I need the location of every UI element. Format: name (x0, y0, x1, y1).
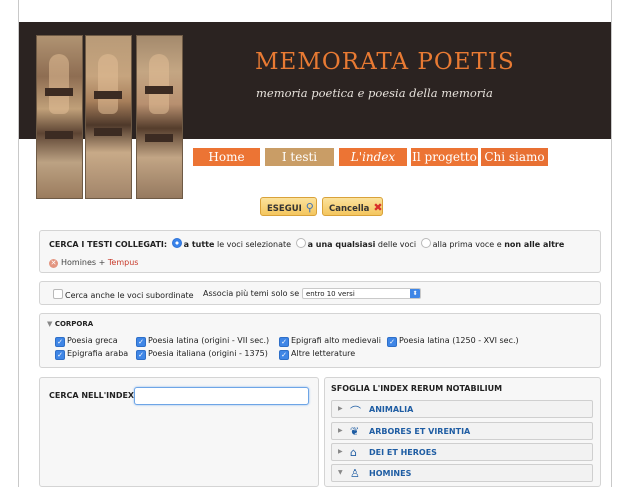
nav-il-progetto[interactable]: Il progetto (411, 148, 478, 166)
link-mode-heading: CERCA I TESTI COLLEGATI: (49, 240, 168, 249)
corpus-item[interactable]: ✓ Epigrafi alto medievali (279, 336, 381, 347)
subordinate-checkbox[interactable] (53, 289, 63, 299)
index-search-label: CERCA NELL'INDEX (49, 391, 135, 400)
link-mode-row: CERCA I TESTI COLLEGATI: a tutte le voci… (49, 238, 564, 249)
category-animalia[interactable]: ▶ ⌒ ANIMALIA (331, 400, 593, 418)
category-dei-heroes[interactable]: ▶ ⌂ DEI ET HEROES (331, 443, 593, 461)
plant-icon: ❦ (350, 425, 360, 438)
browse-heading: SFOGLIA L'INDEX RERUM NOTABILIUM (331, 384, 503, 393)
triangle-right-icon: ▶ (338, 405, 343, 412)
search-icon: ⚲ (305, 201, 314, 214)
corpus-item[interactable]: ✓ Poesia latina (origini - VII sec.) (136, 336, 269, 347)
tag-homines[interactable]: Homines (61, 258, 96, 267)
corpus-label: Epigrafi alto medievali (291, 336, 381, 345)
corpus-label: Poesia italiana (origini - 1375) (148, 349, 268, 358)
corpus-item[interactable]: ✓ Epigrafia araba (55, 349, 128, 360)
radio-a-tutte-label: a tutte (183, 240, 215, 249)
nav-index[interactable]: L'index (339, 148, 407, 166)
tag-tempus[interactable]: Tempus (108, 258, 139, 267)
subordinate-option[interactable]: Cerca anche le voci subordinate (53, 289, 194, 300)
triangle-right-icon: ▶ (338, 448, 343, 455)
corpus-label: Poesia latina (origini - VII sec.) (148, 336, 270, 345)
mosaic-image-2 (85, 35, 132, 199)
cancella-label: Cancella (329, 204, 370, 214)
radio-una-qualsiasi-label: a una qualsiasi (307, 240, 376, 249)
distance-select-value: entro 10 versi (306, 290, 355, 298)
corpus-label: Poesia greca (67, 336, 118, 345)
distance-select[interactable]: entro 10 versi ⬍ (302, 288, 421, 299)
corpus-item[interactable]: ✓ Poesia greca (55, 336, 118, 347)
close-icon: ✖ (373, 201, 383, 214)
corpora-toggle[interactable]: ▼ CORPORA (47, 320, 93, 328)
corpus-item[interactable]: ✓ Poesia latina (1250 - XVI sec.) (387, 336, 519, 347)
radio-prima-voce-bold: non alle altre (504, 240, 565, 249)
checkbox-icon[interactable]: ✓ (55, 337, 65, 347)
esegui-label: ESEGUI (267, 204, 302, 214)
site-title[interactable]: MEMORATA POETIS (255, 49, 615, 75)
cancella-button[interactable]: Cancella ✖ (322, 197, 383, 216)
corpus-label: Poesia latina (1250 - XVI sec.) (399, 336, 519, 345)
esegui-button[interactable]: ESEGUI ⚲ (260, 197, 317, 216)
site-header: MEMORATA POETIS memoria poetica e poesia… (19, 22, 611, 199)
checkbox-icon[interactable]: ✓ (279, 337, 289, 347)
checkbox-icon[interactable]: ✓ (55, 350, 65, 360)
mosaic-image-3 (136, 35, 183, 199)
radio-prima-voce[interactable] (420, 238, 431, 248)
radio-a-tutte[interactable] (171, 238, 182, 248)
corpus-item[interactable]: ✓ Altre letterature (279, 349, 355, 360)
nav-home[interactable]: Home (193, 148, 260, 166)
corpus-item[interactable]: ✓ Poesia italiana (origini - 1375) (136, 349, 268, 360)
subordinate-label: Cerca anche le voci subordinate (65, 291, 194, 300)
nav-i-testi[interactable]: I testi (265, 148, 334, 166)
checkbox-icon[interactable]: ✓ (387, 337, 397, 347)
nav-chi-siamo[interactable]: Chi siamo (481, 148, 548, 166)
checkbox-icon[interactable]: ✓ (279, 350, 289, 360)
mosaic-image-1 (36, 35, 83, 199)
dolphin-icon: ⌒ (350, 405, 361, 418)
category-arbores[interactable]: ▶ ❦ ARBORES ET VIRENTIA (331, 422, 593, 440)
corpus-label: Epigrafia araba (67, 349, 129, 358)
temple-icon: ⌂ (350, 446, 357, 459)
checkbox-icon[interactable]: ✓ (136, 337, 146, 347)
radio-a-tutte-rest: le voci selezionate (216, 240, 292, 249)
tag-plus: + (98, 258, 106, 267)
index-search-input[interactable] (134, 387, 309, 405)
category-label: ARBORES ET VIRENTIA (369, 427, 471, 436)
category-label: ANIMALIA (369, 405, 414, 414)
radio-prima-voce-label: alla prima voce e (432, 240, 502, 249)
selected-tags: ✕ Homines + Tempus (49, 258, 138, 268)
triangle-right-icon: ▶ (338, 427, 343, 434)
triangle-down-icon: ▼ (338, 469, 343, 476)
site-subtitle: memoria poetica e poesia della memoria (256, 86, 493, 100)
category-label: DEI ET HEROES (369, 448, 437, 457)
person-icon: ♙ (350, 467, 360, 480)
category-homines[interactable]: ▼ ♙ HOMINES (331, 464, 593, 482)
checkbox-icon[interactable]: ✓ (136, 350, 146, 360)
radio-una-qualsiasi[interactable] (295, 238, 306, 248)
category-label: HOMINES (369, 469, 412, 478)
corpora-heading: CORPORA (54, 320, 94, 328)
triangle-down-icon: ▼ (47, 320, 53, 328)
select-arrow-icon: ⬍ (410, 289, 420, 298)
radio-una-qualsiasi-rest: delle voci (377, 240, 417, 249)
corpus-label: Altre letterature (291, 349, 356, 358)
remove-tag-icon[interactable]: ✕ (49, 259, 58, 268)
